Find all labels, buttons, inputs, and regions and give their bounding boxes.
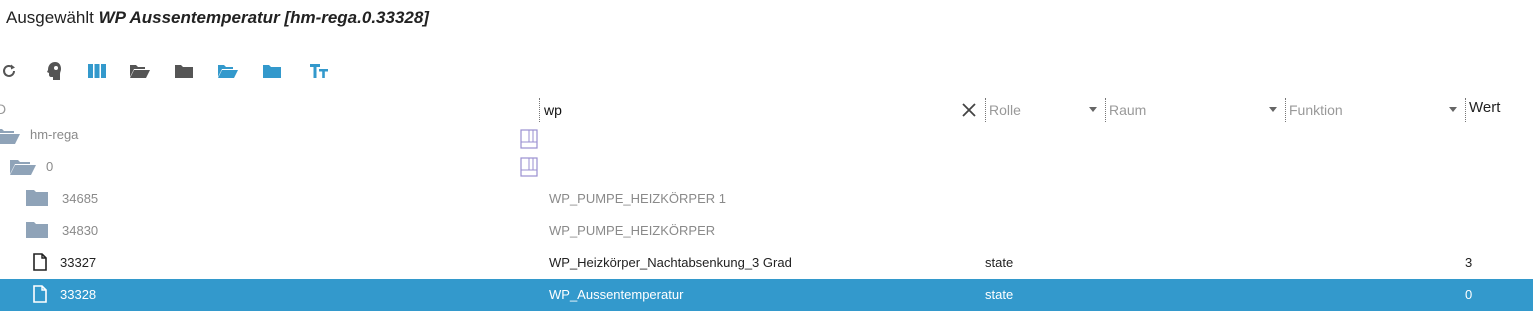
file-icon: [33, 285, 47, 303]
rolle-filter-placeholder: Rolle: [989, 102, 1021, 118]
file-icon: [33, 253, 47, 271]
funktion-filter-placeholder: Funktion: [1289, 102, 1343, 118]
folder-open-icon: [218, 65, 238, 78]
wert-column-header: Wert: [1469, 99, 1501, 116]
collapse-level-button[interactable]: [259, 58, 285, 84]
id-filter-label: D: [0, 101, 7, 117]
selected-object-name: WP Aussentemperatur [hm-rega.0.33328]: [98, 8, 429, 27]
tree-row-name: WP_PUMPE_HEIZKÖRPER 1: [549, 191, 726, 206]
folder-closed-icon: [175, 65, 193, 78]
funktion-filter-select[interactable]: Funktion: [1289, 100, 1459, 120]
tree-row[interactable]: 34685 WP_PUMPE_HEIZKÖRPER 1: [0, 183, 1533, 215]
expand-level-button[interactable]: [215, 58, 241, 84]
tree-row[interactable]: 0: [0, 151, 1533, 183]
chevron-down-icon: [1089, 107, 1097, 112]
collapse-all-button[interactable]: [171, 58, 197, 84]
rolle-filter-select[interactable]: Rolle: [989, 100, 1099, 120]
folder-open-icon: [10, 159, 36, 175]
folder-icon: [26, 190, 48, 206]
tree-row-role: state: [985, 255, 1014, 270]
page-title: Ausgewählt WP Aussentemperatur [hm-rega.…: [6, 8, 429, 28]
refresh-button[interactable]: [0, 58, 22, 84]
tree-row-selected[interactable]: 33328 WP_Aussentemperatur state 0: [0, 279, 1533, 311]
expand-all-button[interactable]: [127, 58, 153, 84]
folder-open-icon: [0, 128, 20, 144]
tree-row-id: 0: [46, 159, 54, 174]
text-size-button[interactable]: [306, 58, 332, 84]
folder-icon: [26, 222, 48, 238]
tree-row-value: 0: [1465, 287, 1473, 302]
name-filter-input[interactable]: [544, 100, 944, 120]
selected-prefix: Ausgewählt: [6, 8, 94, 27]
tree-row-id: 33327: [60, 255, 97, 270]
tree-row-name: WP_PUMPE_HEIZKÖRPER: [549, 223, 716, 238]
tree-row-value: 3: [1465, 255, 1473, 270]
tree-row-name: WP_Heizkörper_Nachtabsenkung_3 Grad: [549, 255, 792, 270]
tree-row-role: state: [985, 287, 1014, 302]
channel-structure-icon: [520, 129, 538, 149]
raum-filter-placeholder: Raum: [1109, 102, 1147, 118]
chevron-down-icon: [1269, 107, 1277, 112]
folder-closed-icon: [263, 65, 281, 78]
channel-structure-icon: [520, 157, 538, 177]
clear-filter-icon[interactable]: [961, 102, 977, 118]
tree-row-id: 33328: [60, 287, 97, 302]
toolbar: [0, 58, 340, 84]
folder-open-icon: [130, 65, 150, 78]
tree-row[interactable]: 33327 WP_Heizkörper_Nachtabsenkung_3 Gra…: [0, 247, 1533, 279]
tree-row-name: WP_Aussentemperatur: [549, 287, 684, 302]
columns-icon: [88, 64, 106, 78]
raum-filter-select[interactable]: Raum: [1109, 100, 1279, 120]
text-size-icon: [310, 64, 328, 78]
expert-mode-icon: [47, 62, 61, 80]
refresh-icon: [3, 64, 15, 77]
tree-row[interactable]: hm-rega: [0, 119, 1533, 151]
tree-row[interactable]: 34830 WP_PUMPE_HEIZKÖRPER: [0, 215, 1533, 247]
tree-row-id: 34830: [62, 223, 99, 238]
columns-button[interactable]: [84, 58, 110, 84]
tree-row-id: 34685: [62, 191, 99, 206]
tree-row-id: hm-rega: [30, 127, 79, 142]
chevron-down-icon: [1449, 107, 1457, 112]
expert-mode-button[interactable]: [41, 58, 67, 84]
